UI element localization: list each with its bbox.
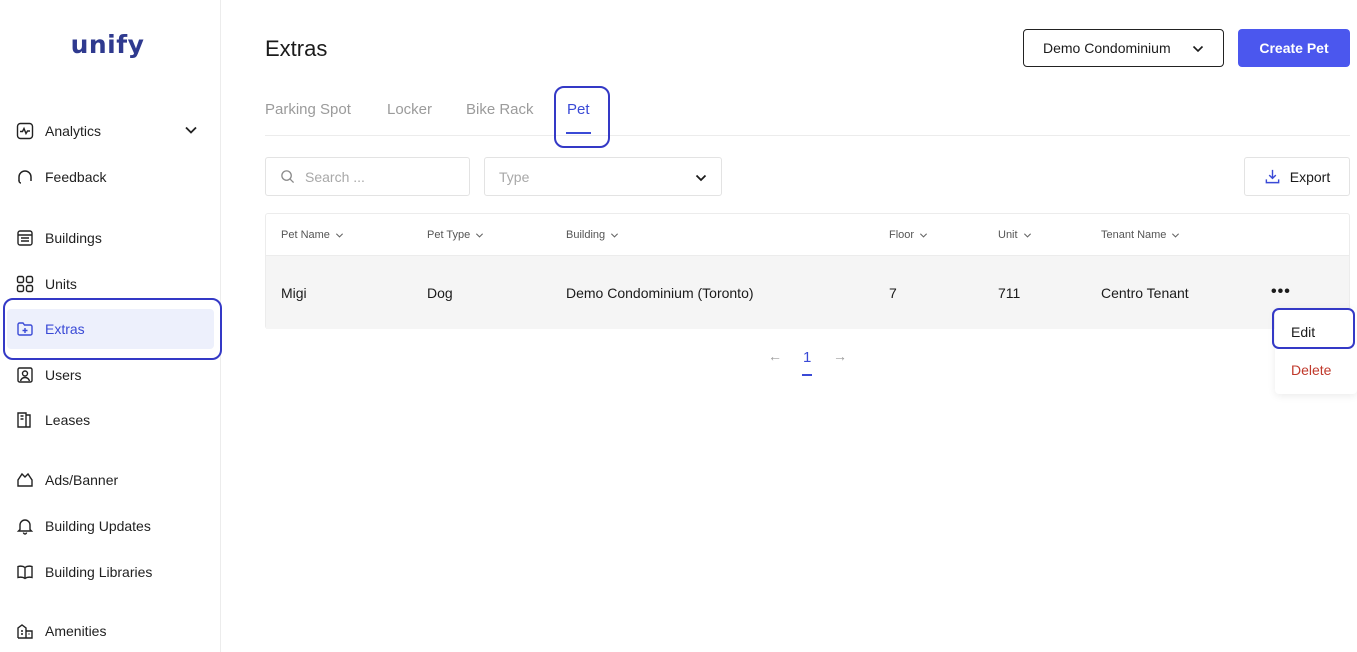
chevron-down-icon (335, 232, 343, 238)
sidebar-item-leases[interactable]: Leases (0, 400, 221, 440)
sidebar-item-label: Feedback (45, 169, 107, 185)
active-item-background (7, 309, 214, 349)
sidebar-item-building-updates[interactable]: Building Updates (0, 506, 221, 546)
column-header-floor[interactable]: Floor (889, 229, 928, 241)
create-pet-button[interactable]: Create Pet (1238, 29, 1350, 67)
sidebar-item-building-libraries[interactable]: Building Libraries (0, 552, 221, 592)
column-header-pet-name[interactable]: Pet Name (281, 229, 344, 241)
amenities-icon (16, 622, 34, 640)
cell-floor: 7 (889, 285, 897, 301)
row-action-menu: Edit Delete (1275, 308, 1357, 394)
sidebar-item-label: Buildings (45, 230, 102, 246)
sidebar: unify Analytics Feedback Buildings Units… (0, 0, 221, 652)
column-header-unit[interactable]: Unit (998, 229, 1032, 241)
bell-icon (16, 517, 34, 535)
buildings-icon (16, 229, 34, 247)
sidebar-item-units[interactable]: Units (0, 264, 221, 304)
current-page-indicator (802, 374, 812, 376)
prev-page-arrow-icon[interactable]: ← (768, 348, 782, 364)
pets-table: Pet Name Pet Type Building Floor Unit Te… (265, 213, 1350, 329)
sidebar-item-buildings[interactable]: Buildings (0, 218, 221, 258)
sidebar-item-label: Analytics (45, 123, 102, 139)
tab-locker[interactable]: Locker (387, 101, 432, 118)
page-title: Extras (265, 36, 328, 61)
brand-logo[interactable]: unify (0, 30, 215, 59)
type-select-placeholder: Type (499, 168, 530, 185)
cell-pet-name: Migi (281, 285, 307, 301)
chevron-down-icon (1192, 45, 1204, 53)
chevron-down-icon (611, 232, 619, 238)
edit-menu-item[interactable]: Edit (1291, 324, 1315, 340)
sidebar-item-label: Extras (45, 321, 85, 337)
table-header: Pet Name Pet Type Building Floor Unit Te… (266, 214, 1349, 256)
analytics-icon (16, 122, 34, 140)
cell-tenant-name: Centro Tenant (1101, 285, 1189, 301)
column-header-pet-type[interactable]: Pet Type (427, 229, 484, 241)
sidebar-item-label: Ads/Banner (45, 472, 119, 488)
sidebar-item-label: Amenities (45, 623, 107, 639)
leases-icon (16, 411, 34, 429)
tab-bike-rack[interactable]: Bike Rack (466, 101, 534, 118)
building-select[interactable]: Demo Condominium (1023, 29, 1224, 67)
export-label: Export (1289, 168, 1331, 185)
page-number[interactable]: 1 (803, 349, 811, 366)
tab-parking-spot[interactable]: Parking Spot (265, 101, 351, 118)
tab-pet[interactable]: Pet (567, 101, 590, 118)
sidebar-item-users[interactable]: Users (0, 355, 221, 395)
table-row[interactable]: Migi Dog Demo Condominium (Toronto) 7 71… (266, 256, 1349, 329)
search-input[interactable] (305, 168, 455, 185)
next-page-arrow-icon[interactable]: → (833, 348, 847, 364)
search-icon (281, 170, 295, 184)
sidebar-item-label: Leases (45, 412, 91, 428)
download-icon (1265, 169, 1280, 184)
chevron-down-icon (920, 232, 928, 238)
column-header-building[interactable]: Building (566, 229, 619, 241)
extras-icon (16, 320, 34, 338)
tabs-divider (265, 135, 1350, 136)
users-icon (16, 366, 34, 384)
ads-icon (16, 471, 34, 489)
building-select-value: Demo Condominium (1043, 40, 1171, 56)
active-tab-indicator (566, 132, 591, 134)
type-select[interactable]: Type (484, 157, 722, 196)
chevron-down-icon (1172, 232, 1180, 238)
search-field[interactable] (265, 157, 470, 196)
cell-building: Demo Condominium (Toronto) (566, 285, 754, 301)
sidebar-item-label: Building Libraries (45, 564, 153, 580)
cell-unit: 711 (998, 285, 1021, 301)
chevron-down-icon (695, 174, 707, 182)
book-icon (16, 563, 34, 581)
export-button[interactable]: Export (1244, 157, 1350, 196)
chevron-down-icon[interactable] (183, 122, 199, 138)
sidebar-item-label: Building Updates (45, 518, 151, 534)
delete-menu-item[interactable]: Delete (1291, 362, 1331, 378)
sidebar-item-ads-banner[interactable]: Ads/Banner (0, 460, 221, 500)
sidebar-item-extras[interactable]: Extras (0, 309, 221, 349)
sidebar-item-feedback[interactable]: Feedback (0, 157, 221, 197)
sidebar-item-analytics[interactable]: Analytics (0, 111, 221, 151)
feedback-icon (16, 168, 34, 186)
chevron-down-icon (1023, 232, 1031, 238)
sidebar-item-label: Units (45, 276, 77, 292)
sidebar-item-amenities[interactable]: Amenities (0, 611, 221, 651)
units-icon (16, 275, 34, 293)
cell-pet-type: Dog (427, 285, 453, 301)
column-header-tenant-name[interactable]: Tenant Name (1101, 229, 1180, 241)
chevron-down-icon (476, 232, 484, 238)
sidebar-item-label: Users (45, 367, 82, 383)
more-actions-icon[interactable]: ••• (1271, 283, 1291, 301)
